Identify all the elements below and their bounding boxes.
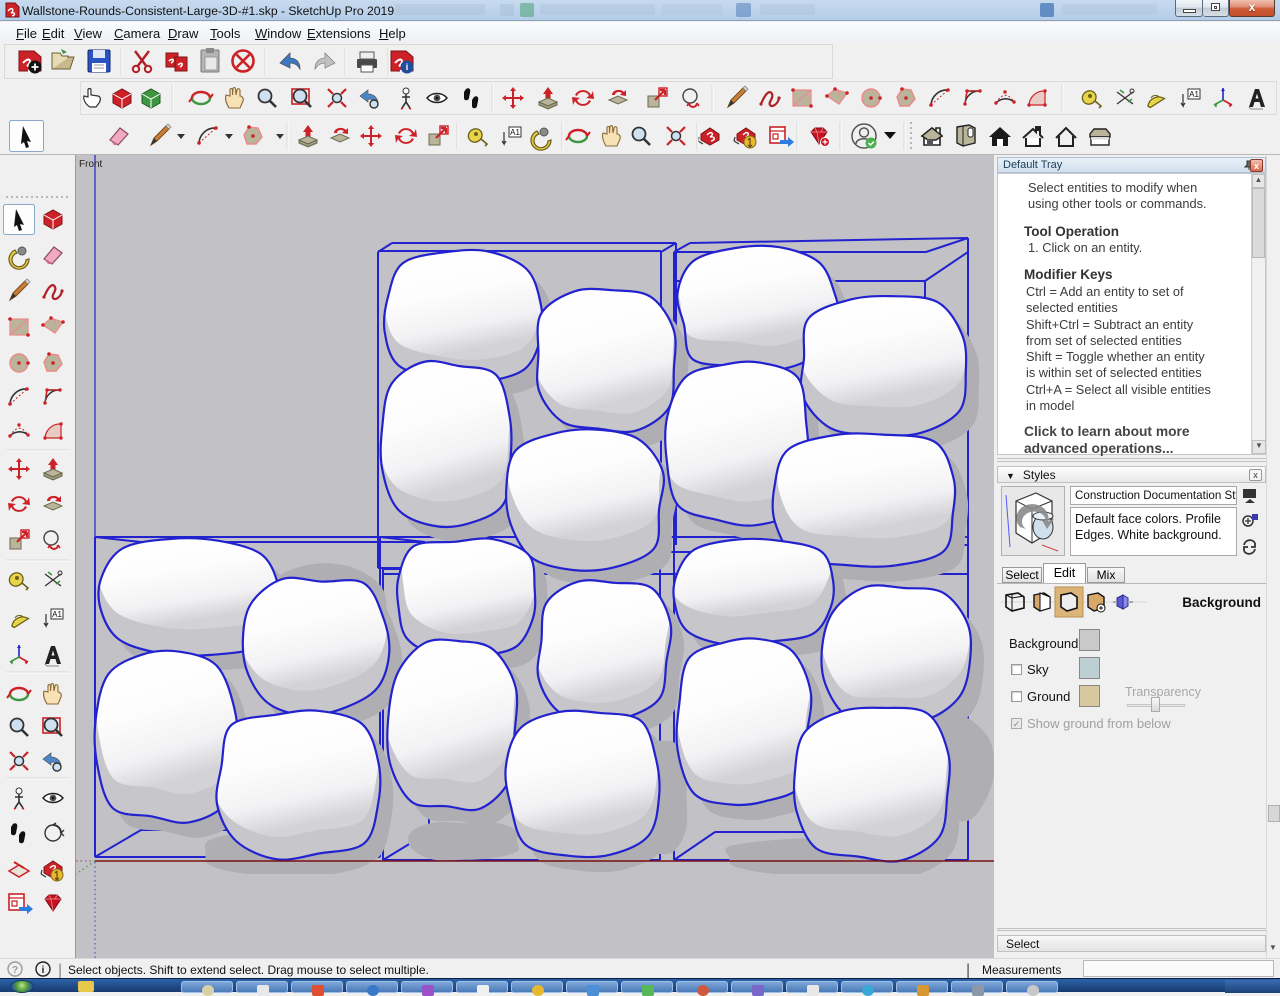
- svg-text:i: i: [42, 965, 45, 976]
- svg-text:A1: A1: [52, 610, 62, 619]
- svg-text:?: ?: [12, 965, 18, 976]
- svg-text:Front: Front: [79, 159, 103, 170]
- svg-text:Background: Background: [1182, 595, 1261, 610]
